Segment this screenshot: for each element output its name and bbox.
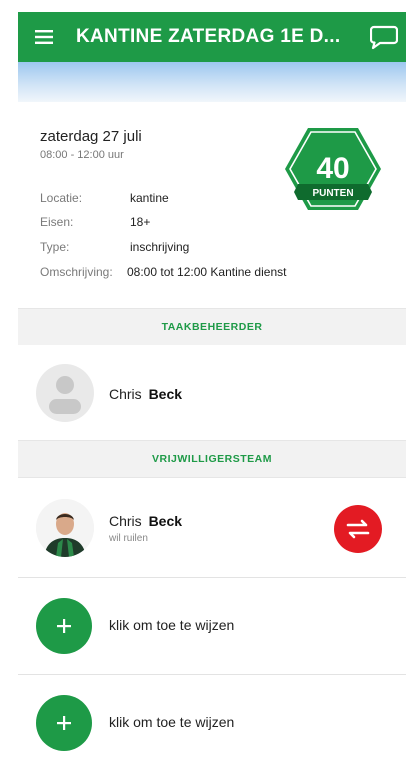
manager-name: Chris Beck	[109, 386, 183, 402]
app-bar: KANTINE ZATERDAG 1E D...	[18, 12, 406, 62]
points-value: 40	[316, 152, 349, 185]
avatar	[36, 499, 94, 557]
section-header-manager: TAAKBEHEERDER	[18, 308, 406, 346]
page-title: KANTINE ZATERDAG 1E D...	[76, 26, 341, 47]
team-member-status: wil ruilen	[109, 533, 148, 544]
assign-slot-label: klik om toe te wijzen	[109, 617, 235, 633]
detail-description: Omschrijving: 08:00 tot 12:00 Kantine die…	[40, 265, 287, 279]
manager-row[interactable]: Chris Beck	[18, 345, 406, 440]
plus-icon	[57, 716, 71, 730]
swap-button[interactable]	[334, 505, 382, 553]
assign-slot-label: klik om toe te wijzen	[109, 714, 235, 730]
add-volunteer-button[interactable]	[36, 695, 92, 751]
hamburger-menu-icon	[35, 30, 53, 44]
plus-icon	[57, 619, 71, 633]
header-banner-image	[18, 62, 406, 102]
points-label: PUNTEN	[312, 188, 353, 199]
avatar-placeholder-icon	[36, 364, 94, 422]
assign-slot-1[interactable]: klik om toe te wijzen	[18, 579, 406, 675]
divider	[18, 577, 406, 578]
task-time: 08:00 - 12:00 uur	[40, 149, 124, 161]
team-member-name: Chris Beck	[109, 513, 183, 529]
detail-location: Locatie: kantine	[40, 191, 169, 205]
points-badge: 40 PUNTEN	[284, 126, 382, 212]
menu-button[interactable]	[18, 12, 70, 62]
assign-slot-2[interactable]: klik om toe te wijzen	[18, 675, 406, 771]
chat-button[interactable]	[362, 12, 406, 62]
section-header-team: VRIJWILLIGERSTEAM	[18, 440, 406, 478]
swap-arrows-icon	[346, 519, 370, 539]
detail-type: Type: inschrijving	[40, 240, 190, 254]
add-volunteer-button[interactable]	[36, 598, 92, 654]
task-info-card: zaterdag 27 juli 08:00 - 12:00 uur 40 PU…	[18, 102, 406, 309]
team-member-row[interactable]: Chris Beck wil ruilen	[18, 478, 406, 576]
task-date: zaterdag 27 juli	[40, 128, 142, 145]
detail-requirements: Eisen: 18+	[40, 215, 151, 229]
chat-bubble-icon	[370, 25, 398, 50]
